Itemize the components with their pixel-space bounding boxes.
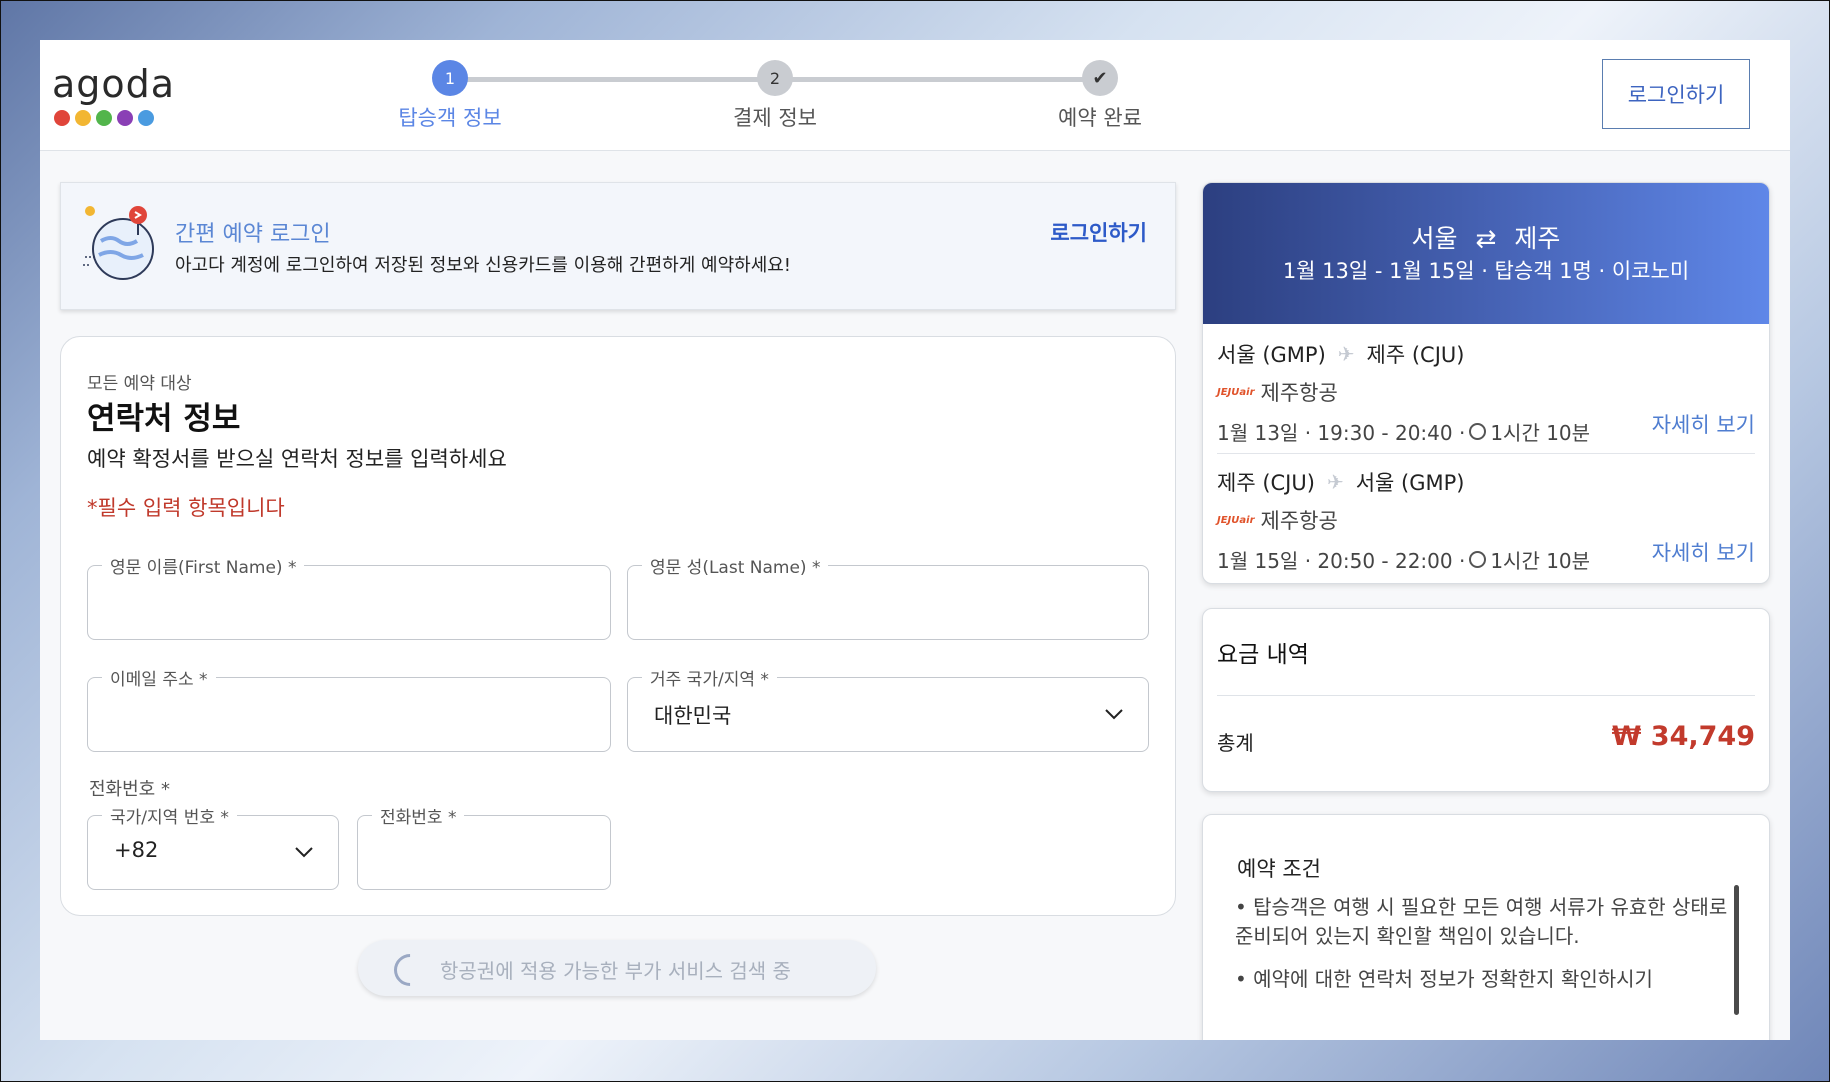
phone-heading: 전화번호 * [89, 779, 170, 800]
segment-from: 제주 (CJU) [1217, 471, 1315, 495]
booking-page: agoda 1 탑승객 정보 2 결제 정보 ✔ 예약 완료 로그인하기 간편 … [40, 40, 1790, 1040]
step-label: 결제 정보 [733, 106, 817, 130]
terms-item: • 탑승객은 여행 시 필요한 모든 여행 서류가 유효한 상태로 준비되어 있… [1235, 895, 1728, 948]
jeju-air-logo-icon: JEJUair [1217, 386, 1255, 398]
chevron-down-icon [295, 847, 313, 858]
step-label: 예약 완료 [1058, 106, 1142, 130]
banner-login-link[interactable]: 로그인하기 [1050, 217, 1147, 247]
segment-to: 서울 (GMP) [1355, 471, 1465, 495]
segment-date-time: 1월 15일 · 20:50 - 22:00 · [1217, 549, 1466, 573]
loading-spinner-icon [387, 947, 433, 993]
check-icon: ✔ [1082, 60, 1118, 96]
step-label: 탑승객 정보 [398, 106, 502, 130]
segment-details-link[interactable]: 자세히 보기 [1652, 537, 1755, 567]
addon-status-text: 항공권에 적용 가능한 부가 서비스 검색 중 [440, 959, 791, 983]
step-number: 1 [432, 60, 468, 96]
segment-details-link[interactable]: 자세히 보기 [1652, 409, 1755, 439]
progress-steps: 1 탑승객 정보 2 결제 정보 ✔ 예약 완료 [398, 60, 1320, 140]
segment-from: 서울 (GMP) [1217, 343, 1326, 367]
logo-dot [117, 110, 133, 126]
first-name-field[interactable]: 영문 이름(First Name) * [87, 553, 611, 640]
total-price: ₩ 34,749 [1611, 721, 1755, 752]
flight-segment: 제주 (CJU) ✈ 서울 (GMP) JEJUair 제주항공 1월 15일 … [1217, 467, 1755, 573]
booking-terms-card: 예약 조건 • 탑승객은 여행 시 필요한 모든 여행 서류가 유효한 상태로 … [1202, 814, 1770, 1040]
segment-airline: JEJUair 제주항공 [1217, 377, 1755, 407]
contact-info-card: 모든 예약 대상 연락처 정보 예약 확정서를 받으실 연락처 정보를 입력하세… [60, 336, 1176, 916]
terms-item: • 예약에 대한 연락처 정보가 정확한지 확인하시기 [1235, 967, 1653, 991]
first-name-label: 영문 이름(First Name) * [102, 553, 305, 578]
terms-scrollbar[interactable] [1734, 885, 1739, 1015]
logo-dot [138, 110, 154, 126]
segment-duration: 1시간 10분 [1490, 549, 1591, 573]
airline-name: 제주항공 [1260, 509, 1338, 533]
destination-city: 제주 [1514, 224, 1561, 253]
section-eyebrow: 모든 예약 대상 [87, 374, 192, 394]
phone-code-label: 국가/지역 번호 * [102, 803, 237, 828]
clock-icon [1469, 423, 1487, 440]
top-header: agoda 1 탑승객 정보 2 결제 정보 ✔ 예약 완료 로그인하기 [40, 40, 1790, 151]
last-name-label: 영문 성(Last Name) * [642, 553, 829, 578]
airplane-icon: ✈ [1326, 470, 1344, 494]
airplane-icon: ✈ [1337, 342, 1355, 366]
logo-dots [54, 110, 175, 126]
logo-dot [75, 110, 91, 126]
flight-summary-header: 서울 ⇄ 제주 1월 13일 - 1월 15일 · 탑승객 1명 · 이코노미 [1203, 183, 1769, 324]
total-label: 총계 [1217, 731, 1254, 755]
step-payment-info: 2 결제 정보 [675, 60, 875, 132]
logo-dot [54, 110, 70, 126]
terms-title: 예약 조건 [1237, 857, 1321, 881]
segment-airline: JEJUair 제주항공 [1217, 505, 1755, 535]
price-title: 요금 내역 [1217, 642, 1309, 668]
terms-list: • 탑승객은 여행 시 필요한 모든 여행 서류가 유효한 상태로 준비되어 있… [1235, 893, 1731, 1008]
segment-route: 제주 (CJU) ✈ 서울 (GMP) [1217, 467, 1755, 497]
country-select[interactable]: 거주 국가/지역 * 대한민국 [627, 665, 1149, 752]
clock-icon [1469, 551, 1487, 568]
phone-code-select[interactable]: 국가/지역 번호 * +82 [87, 803, 339, 890]
segment-to: 제주 (CJU) [1366, 343, 1465, 367]
email-field[interactable]: 이메일 주소 * [87, 665, 611, 752]
segment-date-time: 1월 13일 · 19:30 - 20:40 · [1217, 421, 1466, 445]
segment-divider [1217, 453, 1755, 454]
flight-segment: 서울 (GMP) ✈ 제주 (CJU) JEJUair 제주항공 1월 13일 … [1217, 339, 1755, 445]
globe-illustration-icon [83, 206, 154, 280]
jeju-air-logo-icon: JEJUair [1217, 514, 1255, 526]
round-trip-icon: ⇄ [1475, 224, 1497, 253]
chevron-down-icon [1105, 709, 1123, 720]
country-label: 거주 국가/지역 * [642, 665, 777, 690]
segment-duration: 1시간 10분 [1490, 421, 1591, 445]
step-passenger-info: 1 탑승객 정보 [350, 60, 550, 132]
section-description: 예약 확정서를 받으실 연락처 정보를 입력하세요 [87, 447, 507, 471]
last-name-field[interactable]: 영문 성(Last Name) * [627, 553, 1149, 640]
logo-dot [96, 110, 112, 126]
step-number: 2 [757, 60, 793, 96]
agoda-logo[interactable]: agoda [52, 62, 175, 126]
required-note: *필수 입력 항목입니다 [87, 496, 285, 520]
banner-description: 아고다 계정에 로그인하여 저장된 정보와 신용카드를 이용해 간편하게 예약하… [175, 255, 792, 276]
country-value: 대한민국 [654, 704, 732, 728]
origin-city: 서울 [1411, 224, 1458, 253]
trip-summary: 1월 13일 - 1월 15일 · 탑승객 1명 · 이코노미 [1282, 259, 1690, 283]
phone-number-label: 전화번호 * [372, 803, 465, 828]
quick-login-banner: 간편 예약 로그인 아고다 계정에 로그인하여 저장된 정보와 신용카드를 이용… [60, 182, 1176, 310]
addon-search-status: 항공권에 적용 가능한 부가 서비스 검색 중 [358, 940, 876, 996]
price-breakdown-card: 요금 내역 총계 ₩ 34,749 [1202, 608, 1770, 792]
phone-code-value: +82 [114, 838, 159, 862]
section-title: 연락처 정보 [87, 401, 241, 437]
airline-name: 제주항공 [1260, 381, 1338, 405]
email-label: 이메일 주소 * [102, 665, 216, 690]
route-title: 서울 ⇄ 제주 [1203, 219, 1769, 255]
flight-summary-card: 서울 ⇄ 제주 1월 13일 - 1월 15일 · 탑승객 1명 · 이코노미 … [1202, 182, 1770, 584]
banner-title: 간편 예약 로그인 [175, 222, 331, 247]
logo-text: agoda [52, 62, 176, 106]
step-booking-complete: ✔ 예약 완료 [1000, 60, 1200, 132]
price-divider [1217, 695, 1755, 696]
header-login-button[interactable]: 로그인하기 [1602, 59, 1750, 129]
segment-route: 서울 (GMP) ✈ 제주 (CJU) [1217, 339, 1755, 369]
phone-number-field[interactable]: 전화번호 * [357, 803, 611, 890]
